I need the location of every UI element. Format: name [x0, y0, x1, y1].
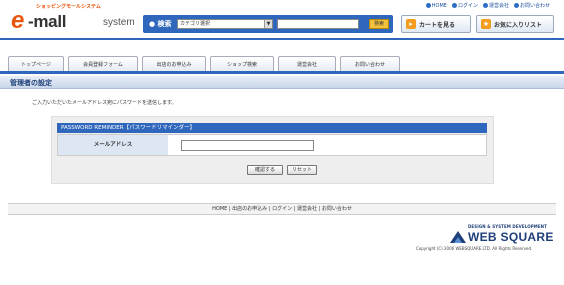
- tab-top[interactable]: トップページ: [8, 56, 64, 71]
- tab-contact[interactable]: お問い合わせ: [340, 56, 400, 71]
- footer-nav: HOME | 出店のお申込み | ログイン | 運営会社 | お問い合わせ: [8, 203, 556, 215]
- tab-shop-apply[interactable]: 出店のお申込み: [142, 56, 206, 71]
- copyright-text: Copyright (C) 2006 WEBSQUARE.LTD. All Ri…: [416, 246, 533, 251]
- topnav-contact[interactable]: お問い合わせ: [513, 2, 550, 9]
- company-name: WEB SQUARE: [468, 230, 554, 244]
- site-logo[interactable]: ショッピングモールシステム e -mall system: [8, 3, 148, 33]
- logo-mall: -mall: [28, 12, 67, 31]
- topnav-login[interactable]: ログイン: [451, 2, 478, 9]
- tab-bar-line: [0, 71, 564, 74]
- search-input[interactable]: [277, 19, 359, 29]
- page-title: 管理者の設定: [10, 79, 52, 87]
- form-heading: PASSWORD REMINDER【パスワードリマインダー】: [57, 123, 487, 133]
- footer-link-home[interactable]: HOME: [212, 206, 227, 212]
- topnav-home[interactable]: HOME: [425, 2, 447, 9]
- search-button[interactable]: 検索: [369, 19, 389, 29]
- footer-link-company[interactable]: 運営会社: [297, 206, 317, 212]
- intro-text: ご入力いただいたメールアドレス宛にパスワードを送信します。: [32, 100, 177, 106]
- topnav-company[interactable]: 運営会社: [482, 2, 509, 9]
- footer-link-shop-apply[interactable]: 出店のお申込み: [232, 206, 267, 212]
- reset-button[interactable]: リセット: [287, 165, 317, 175]
- top-nav: HOME ログイン 運営会社 お問い合わせ: [425, 2, 550, 9]
- email-row: メールアドレス: [57, 134, 487, 156]
- bullet-icon: [451, 3, 457, 8]
- footer-link-login[interactable]: ログイン: [272, 206, 292, 212]
- logo-e: e: [11, 7, 25, 34]
- main-tabs: トップページ 会員登録フォーム 出店のお申込み ショップ検索 運営会社 お問い合…: [8, 56, 400, 71]
- cart-button[interactable]: ▸ カートを見る: [401, 15, 471, 33]
- email-field[interactable]: [181, 140, 314, 151]
- favorites-button[interactable]: ★ お気に入りリスト: [476, 15, 554, 33]
- star-icon: ★: [481, 19, 491, 29]
- page-title-bar: 管理者の設定: [0, 76, 564, 89]
- logo-system: system: [103, 17, 135, 28]
- email-label: メールアドレス: [58, 135, 168, 155]
- company-logo: DESIGN & SYSTEM DEVELOPMENT WEB SQUARE: [450, 224, 556, 244]
- bullet-icon: [482, 3, 488, 8]
- bullet-icon: [513, 3, 519, 8]
- footer-link-contact[interactable]: お問い合わせ: [322, 206, 352, 212]
- cart-icon: ▸: [406, 19, 416, 29]
- tab-company[interactable]: 運営会社: [278, 56, 336, 71]
- bullet-icon: [425, 3, 431, 8]
- chevron-down-icon: ▼: [264, 20, 272, 28]
- confirm-button[interactable]: 確認する: [247, 165, 283, 175]
- search-label: ● 検索: [149, 20, 172, 28]
- search-bar: ● 検索 カテゴリ選択 ▼ 検索: [143, 15, 393, 33]
- company-tag: DESIGN & SYSTEM DEVELOPMENT: [468, 224, 547, 229]
- tab-shop-search[interactable]: ショップ検索: [210, 56, 274, 71]
- tab-member-register[interactable]: 会員登録フォーム: [68, 56, 138, 71]
- logo-tagline: ショッピングモールシステム: [36, 4, 101, 10]
- header-divider: [0, 38, 564, 40]
- websquare-logo-icon: [450, 231, 466, 243]
- category-select[interactable]: カテゴリ選択 ▼: [177, 19, 273, 29]
